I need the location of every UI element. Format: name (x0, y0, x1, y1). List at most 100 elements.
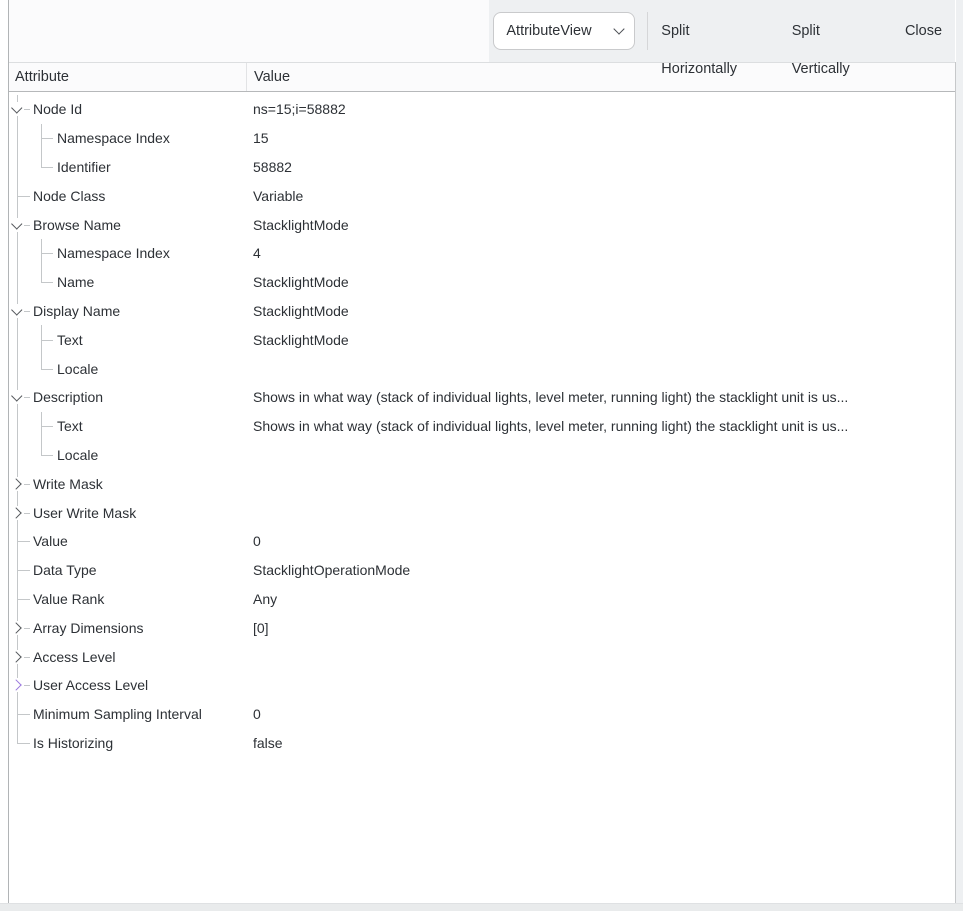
attribute-name: Array Dimensions (33, 620, 143, 636)
attribute-cell: Namespace Index (9, 239, 247, 268)
view-selector-dropdown[interactable]: AttributeView (493, 12, 635, 50)
tree-branch-line (24, 657, 30, 658)
close-button[interactable]: Close (892, 12, 955, 50)
chevron-right-icon[interactable] (10, 651, 21, 662)
attribute-cell: Locale (9, 354, 247, 383)
attribute-cell: Array Dimensions (9, 613, 247, 642)
chevron-right-icon[interactable] (10, 680, 21, 691)
toolbar: AttributeView Split Horizontally Split V… (9, 0, 955, 62)
tree-row[interactable]: Browse NameStacklightMode (9, 210, 955, 239)
split-horizontally-button[interactable]: Split Horizontally (648, 12, 778, 50)
tree-row[interactable]: Value RankAny (9, 585, 955, 614)
tree-branch-line (17, 232, 18, 239)
tree-row[interactable]: User Access Level (9, 671, 955, 700)
chevron-down-icon[interactable] (11, 218, 22, 229)
attribute-name: Name (57, 274, 94, 290)
attribute-value: [0] (247, 620, 955, 636)
tree-branch-line (17, 268, 18, 297)
attribute-cell: Name (9, 268, 247, 297)
tree-branch-line (41, 153, 42, 167)
attribute-name: Locale (57, 361, 98, 377)
tree-branch-line (17, 498, 18, 505)
attribute-name: Namespace Index (57, 130, 170, 146)
tree-branch-line (24, 685, 30, 686)
tree-row[interactable]: TextStacklightMode (9, 325, 955, 354)
tree-branch-line (41, 426, 53, 427)
attribute-cell: User Access Level (9, 671, 247, 700)
chevron-right-icon[interactable] (10, 478, 21, 489)
tree-branch-line (41, 369, 53, 370)
tree-row[interactable]: Description Shows in what way (stack of i… (9, 383, 955, 412)
tree-branch-line (17, 491, 18, 498)
tree-row[interactable]: Identifier58882 (9, 153, 955, 182)
attribute-cell: Is Historizing (9, 729, 247, 758)
attribute-cell: Minimum Sampling Interval (9, 700, 247, 729)
attribute-name: Description (33, 389, 103, 405)
attribute-name: Node Class (33, 188, 105, 204)
tree-row[interactable]: Array Dimensions [0] (9, 613, 955, 642)
tree-row[interactable]: Data TypeStacklightOperationMode (9, 556, 955, 585)
attribute-name: Minimum Sampling Interval (33, 706, 202, 722)
tree-branch-line (17, 318, 18, 325)
column-header-attribute[interactable]: Attribute (9, 63, 247, 91)
chevron-down-icon[interactable] (11, 391, 22, 402)
chevron-down-icon[interactable] (11, 304, 22, 315)
chevron-right-icon[interactable] (10, 507, 21, 518)
tree-branch-line (17, 116, 18, 123)
attribute-value: ns=15;i=58882 (247, 101, 955, 117)
attribute-view-panel: AttributeView Split Horizontally Split V… (0, 0, 963, 911)
tree-branch-line (17, 297, 18, 304)
attribute-cell: Namespace Index (9, 124, 247, 153)
tree-row[interactable]: Access Level (9, 642, 955, 671)
tree-row[interactable]: Display NameStacklightMode (9, 297, 955, 326)
tree-row[interactable]: Namespace Index 15 (9, 124, 955, 153)
tree-row[interactable]: Value0 (9, 527, 955, 556)
tree-branch-line (17, 239, 18, 268)
tree-row[interactable]: Is Historizingfalse (9, 729, 955, 758)
tree-branch-line (24, 109, 30, 110)
attribute-name: Is Historizing (33, 735, 113, 751)
tree-row[interactable]: Locale (9, 441, 955, 470)
tree-branch-line (17, 692, 18, 699)
tree-branch-line (17, 570, 30, 571)
tree-branch-line (24, 484, 30, 485)
tree-branch-line (17, 124, 18, 153)
tree-branch-line (17, 520, 18, 527)
attribute-value: Shows in what way (stack of individual l… (247, 389, 955, 405)
tree-branch-line (17, 412, 18, 441)
attribute-value: 0 (247, 706, 955, 722)
tree-branch-line (24, 225, 30, 226)
tree-branch-line (17, 714, 30, 715)
attribute-name: Namespace Index (57, 245, 170, 261)
tree-branch-line (17, 404, 18, 411)
attribute-value: StacklightMode (247, 303, 955, 319)
splitter-handle[interactable] (8, 0, 9, 903)
tree-row[interactable]: Namespace Index4 (9, 239, 955, 268)
chevron-right-icon[interactable] (10, 622, 21, 633)
tree-branch-line (24, 397, 30, 398)
attribute-name: Text (57, 418, 83, 434)
tree-branch-line (41, 340, 53, 341)
attribute-cell: Write Mask (9, 469, 247, 498)
view-selector-value: AttributeView (506, 23, 591, 39)
chevron-down-icon[interactable] (11, 103, 22, 114)
tree-row[interactable]: User Write Mask (9, 498, 955, 527)
attribute-tree: Node Idns=15;i=58882 Namespace Index 15 Ide… (9, 92, 955, 903)
tree-branch-line (41, 441, 42, 455)
attribute-cell: Node Class (9, 181, 247, 210)
horizontal-scrollbar-track[interactable] (0, 903, 963, 911)
tree-row[interactable]: Write Mask (9, 469, 955, 498)
attribute-name: Text (57, 332, 83, 348)
attribute-name: Access Level (33, 649, 115, 665)
tree-branch-line (24, 311, 30, 312)
tree-row[interactable]: Node Idns=15;i=58882 (9, 95, 955, 124)
tree-row[interactable]: NameStacklightMode (9, 268, 955, 297)
tree-row[interactable]: Node ClassVariable (9, 181, 955, 210)
tree-branch-line (17, 153, 18, 182)
attribute-value: 15 (247, 130, 955, 146)
tree-row[interactable]: Locale (9, 354, 955, 383)
tree-row[interactable]: Minimum Sampling Interval 0 (9, 700, 955, 729)
tree-branch-line (17, 729, 18, 743)
tree-row[interactable]: TextShows in what way (stack of individu… (9, 412, 955, 441)
split-vertically-button[interactable]: Split Vertically (779, 12, 892, 50)
